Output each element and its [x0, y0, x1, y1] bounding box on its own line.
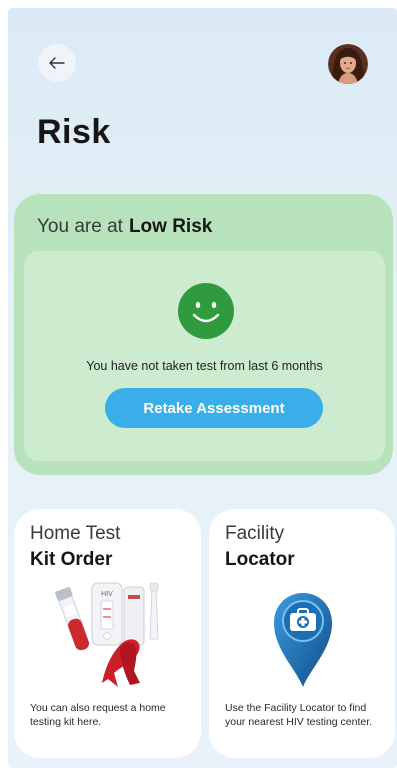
card-title-bold: Locator — [225, 549, 295, 570]
card-title-light: Home Test — [30, 523, 121, 544]
kit-label: HIV — [101, 591, 113, 598]
map-pin-medical-kit-icon — [274, 593, 332, 687]
card-title-bold: Kit Order — [30, 549, 113, 570]
risk-heading: You are at Low Risk — [37, 216, 212, 238]
risk-level: Low Risk — [128, 216, 213, 237]
card-description: Use the Facility Locator to find your ne… — [225, 702, 373, 728]
smiley-icon — [178, 283, 234, 339]
back-button[interactable] — [38, 44, 76, 82]
risk-inner-panel: You have not taken test from last 6 mont… — [24, 251, 385, 461]
page-title: Risk — [37, 113, 111, 151]
risk-status-card: You are at Low Risk You have not taken te… — [14, 194, 393, 475]
app-screen: Risk You are at Low Risk You have not tak… — [8, 8, 397, 768]
arrow-left-icon — [49, 57, 65, 69]
user-avatar-icon — [328, 44, 368, 84]
retake-assessment-button[interactable]: Retake Assessment — [105, 388, 323, 428]
facility-locator-card[interactable]: Facility Locator Use the Facility Locato… — [209, 509, 395, 758]
home-test-kit-card[interactable]: Home Test Kit Order HIV You can also req… — [14, 509, 201, 758]
avatar[interactable] — [328, 44, 368, 84]
hiv-test-kit-illustration: HIV — [55, 582, 159, 687]
risk-prefix: You are at — [37, 216, 123, 237]
risk-status-text: You have not taken test from last 6 mont… — [86, 359, 323, 373]
card-title-light: Facility — [225, 523, 285, 544]
card-description: You can also request a home testing kit … — [30, 702, 166, 728]
